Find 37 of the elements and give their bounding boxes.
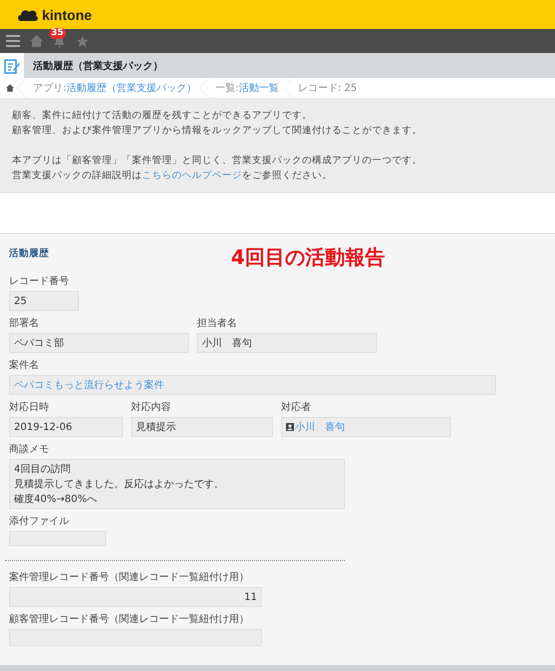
memo-line: 4回目の訪問 [14,462,72,477]
field-label: 対応者 [281,400,312,415]
description-text: 本アプリは「顧客管理」「案件管理」と同じく、営業支援パックの構成アプリの一つです。 [12,154,423,168]
field-label: 部署名 [9,316,40,331]
breadcrumb-label: レコード: 25 [298,82,358,95]
description-text: 顧客管理、および案件管理アプリから情報をルックアップして関連付けることができます。 [12,124,423,138]
field-label: 対応内容 [131,400,172,415]
breadcrumb-label: 一覧: [215,82,239,95]
star-icon[interactable] [76,34,89,48]
annotation-text: 4回目の活動報告 [231,244,385,271]
field-label: 担当者名 [197,316,238,331]
field-label: 商談メモ [9,442,50,457]
field-label: 対応日時 [9,400,50,415]
field-label: 顧客管理レコード番号（関連レコード一覧紐付け用） [9,612,250,627]
field-label: 案件名 [9,358,40,373]
document-edit-icon [4,58,20,74]
description-text: 営業支援パックの詳細説明は こちらのヘルプページ をご参照ください。 [12,169,333,183]
field-label: レコード番号 [9,274,70,289]
record-link[interactable]: ペパコミもっと流行らせよう案件 [14,378,164,392]
user-icon [286,423,294,431]
memo-line: 確度40%→80%へ [14,492,98,507]
menu-icon[interactable] [6,35,20,47]
breadcrumb-link[interactable]: 活動履歴（営業支援パック） [66,81,196,95]
user-link[interactable]: 小川 喜句 [295,420,345,434]
field-label: 添付ファイル [9,515,70,529]
memo-line: 見積提示してきました。反応はよかったです。 [14,478,225,492]
cloud-icon [17,8,39,22]
number-field: 11 [9,587,262,607]
breadcrumb-label: アプリ: [33,82,66,95]
app-title: 活動履歴（営業支援パック） [33,60,163,72]
breadcrumb-link[interactable]: 活動一覧 [238,81,279,95]
logo-text: kintone [42,6,92,22]
help-link[interactable]: こちらのヘルプページ [142,170,242,181]
description-text: 顧客、案件に紐付けて活動の履歴を残すことができるアプリです。 [12,109,313,123]
section-title: 活動履歴 [9,247,50,260]
field-label: 案件管理レコード番号（関連レコード一覧紐付け用） [9,570,250,585]
home-icon[interactable] [6,84,14,92]
